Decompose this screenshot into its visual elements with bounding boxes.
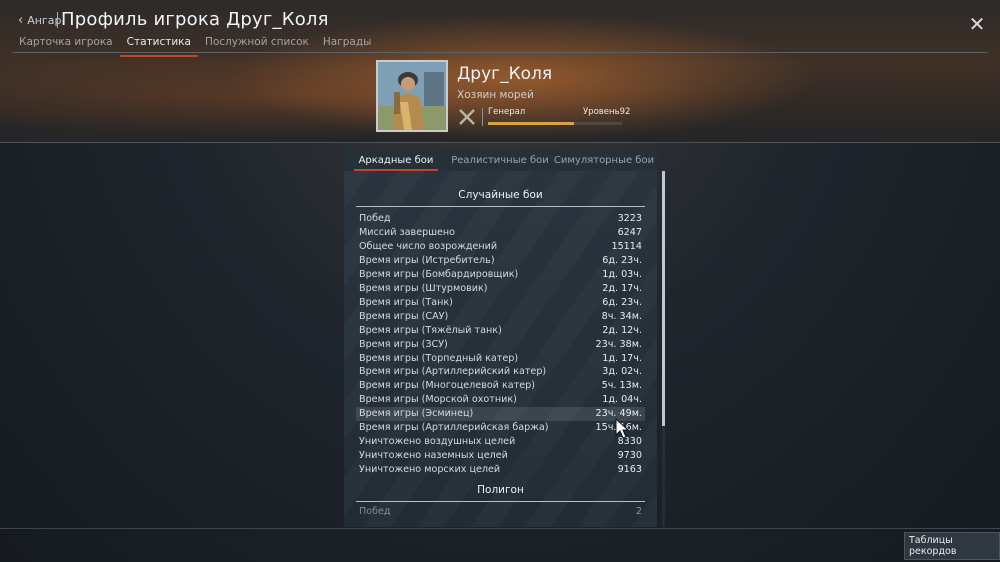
stat-value: 6д. 23ч. — [602, 254, 642, 266]
stat-value: 2 — [635, 506, 642, 517]
stat-value: 9163 — [617, 464, 642, 476]
close-icon[interactable]: ✕ — [966, 13, 988, 35]
stat-value: 3д. 02ч. — [602, 366, 642, 378]
level-progress-bar — [488, 122, 622, 125]
level-progress-fill — [488, 122, 574, 125]
page-title: Профиль игрока Друг_Коля — [61, 9, 329, 30]
stat-value: 2д. 12ч. — [602, 324, 642, 336]
stat-row: Побед 2 — [356, 505, 645, 519]
stat-label: Время игры (Торпедный катер) — [359, 352, 519, 364]
title-divider — [57, 12, 58, 28]
stat-row: Время игры (Тяжёлый танк) 2д. 12ч. — [356, 324, 645, 338]
stat-label: Уничтожено морских целей — [359, 464, 501, 476]
stat-row: Уничтожено морских целей 9163 — [356, 463, 645, 477]
stat-label: Время игры (Бомбардировщик) — [359, 268, 519, 280]
stat-row: Время игры (Многоцелевой катер) 5ч. 13м. — [356, 379, 645, 393]
stat-label: Время игры (САУ) — [359, 310, 449, 322]
player-title: Хозяин морей — [457, 89, 534, 101]
random-battles-heading: Случайные бои — [356, 189, 645, 207]
stat-row: Уничтожено воздушных целей 8330 — [356, 435, 645, 449]
stat-row: Время игры (Морской охотник) 1д. 04ч. — [356, 393, 645, 407]
footer-divider — [0, 528, 1000, 529]
header-banner: ‹ Ангар Профиль игрока Друг_Коля ✕ Карто… — [0, 0, 1000, 143]
stat-row: Время игры (Эсминец) 23ч. 49м. — [356, 407, 645, 422]
mouse-cursor-icon — [615, 418, 630, 439]
stats-scrollbar-thumb[interactable] — [662, 171, 665, 426]
stat-row: Время игры (Истребитель) 6д. 23ч. — [356, 254, 645, 268]
stat-row: Время игры (САУ) 8ч. 34м. — [356, 310, 645, 324]
rank-label: Генерал — [488, 107, 526, 117]
back-to-hangar-button[interactable]: ‹ Ангар — [18, 13, 61, 28]
stat-row: Время игры (Штурмовик) 2д. 17ч. — [356, 282, 645, 296]
crossed-swords-rank-icon — [459, 109, 475, 125]
tab-statistics[interactable]: Статистика — [119, 36, 198, 57]
stat-label: Время игры (Танк) — [359, 296, 453, 308]
stat-value: 6247 — [617, 226, 642, 238]
rank-divider — [482, 108, 483, 126]
stat-row: Время игры (Танк) 6д. 23ч. — [356, 296, 645, 310]
stat-row: Время игры (ЗСУ) 23ч. 38м. — [356, 338, 645, 352]
stat-value: 2д. 17ч. — [602, 282, 642, 294]
level-label: Уровень92 — [583, 107, 631, 117]
profile-tabs: Карточка игрока Статистика Послужной спи… — [12, 36, 378, 57]
stat-label: Время игры (Штурмовик) — [359, 282, 488, 294]
chevron-left-icon: ‹ — [18, 13, 24, 28]
stat-row: Общее число возрождений 15114 — [356, 240, 645, 254]
tabs-underline — [12, 52, 988, 53]
stat-label: Общее число возрождений — [359, 240, 498, 252]
stat-value: 8ч. 34м. — [601, 310, 642, 322]
stat-value: 6д. 23ч. — [602, 296, 642, 308]
stat-label: Время игры (Многоцелевой катер) — [359, 380, 535, 392]
stat-row: Время игры (Бомбардировщик) 1д. 03ч. — [356, 268, 645, 282]
stat-label: Миссий завершено — [359, 226, 456, 238]
pilot-portrait-icon — [378, 62, 446, 130]
stat-label: Побед — [359, 506, 391, 517]
stat-label: Уничтожено воздушных целей — [359, 436, 516, 448]
tab-arcade-battles[interactable]: Аркадные бои — [344, 150, 448, 171]
stat-value: 1д. 03ч. — [602, 268, 642, 280]
stats-panel: Случайные бои Полигон Побед 3223 Миссий за… — [344, 171, 657, 527]
stat-label: Уничтожено наземных целей — [359, 450, 508, 462]
stat-row: Время игры (Артиллерийская баржа) 15ч. 16… — [356, 421, 645, 435]
stat-label: Время игры (Морской охотник) — [359, 394, 517, 406]
tab-realistic-battles[interactable]: Реалистичные бои — [448, 150, 552, 171]
stat-label: Время игры (Эсминец) — [359, 408, 474, 420]
stat-value: 1д. 17ч. — [602, 352, 642, 364]
stat-value: 9730 — [617, 450, 642, 462]
game-mode-tabs: Аркадные бои Реалистичные бои Симуляторн… — [344, 150, 657, 171]
stat-value: 5ч. 13м. — [601, 380, 642, 392]
stat-value: 1д. 04ч. — [602, 394, 642, 406]
stat-row: Побед 3223 — [356, 212, 645, 226]
stat-row: Время игры (Торпедный катер) 1д. 17ч. — [356, 352, 645, 366]
stat-label: Время игры (Истребитель) — [359, 254, 495, 266]
stat-label: Побед — [359, 213, 391, 224]
stat-label: Время игры (Тяжёлый танк) — [359, 324, 502, 336]
stat-label: Время игры (ЗСУ) — [359, 338, 448, 350]
tab-service-record[interactable]: Послужной список — [198, 36, 316, 57]
stat-label: Время игры (Артиллерийский катер) — [359, 366, 547, 378]
stat-value: 15114 — [611, 240, 642, 252]
stat-value: 3223 — [617, 213, 642, 224]
test-drive-heading: Полигон — [356, 484, 645, 502]
avatar[interactable] — [376, 60, 448, 132]
stat-label: Время игры (Артиллерийская баржа) — [359, 422, 549, 434]
stat-row: Уничтожено наземных целей 9730 — [356, 449, 645, 463]
tab-awards[interactable]: Награды — [316, 36, 379, 57]
tab-player-card[interactable]: Карточка игрока — [12, 36, 120, 57]
stat-row: Миссий завершено 6247 — [356, 226, 645, 240]
player-nickname: Друг_Коля — [457, 64, 553, 84]
stat-row: Время игры (Артиллерийский катер) 3д. 02ч… — [356, 365, 645, 379]
stat-value: 23ч. 38м. — [595, 338, 642, 350]
tab-simulator-battles[interactable]: Симуляторные бои — [552, 150, 656, 171]
leaderboards-button[interactable]: Таблицы рекордов — [904, 532, 1000, 560]
